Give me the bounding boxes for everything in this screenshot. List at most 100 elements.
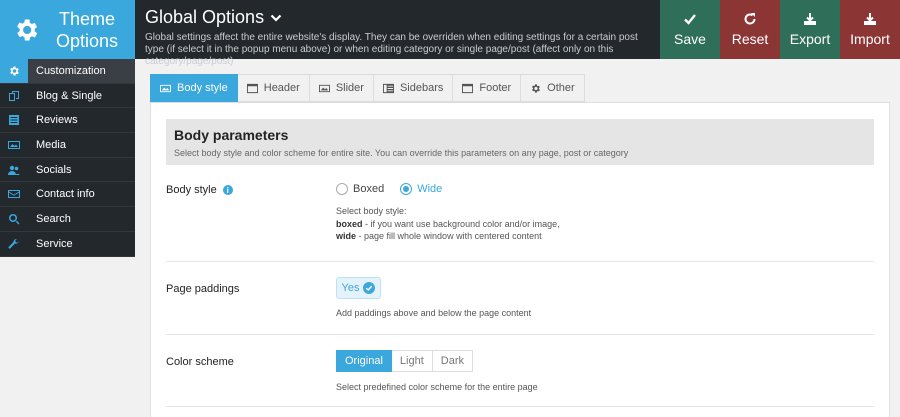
- chevron-down-icon: [270, 14, 282, 22]
- color-scheme-selector: Original Light Dark: [336, 350, 473, 372]
- export-button[interactable]: Export: [780, 0, 840, 59]
- search-icon: [0, 207, 28, 231]
- sidebar-item-socials[interactable]: Socials: [0, 158, 135, 183]
- download-icon: [864, 13, 876, 25]
- body-style-boxed-radio[interactable]: Boxed: [336, 183, 384, 195]
- download-icon: [804, 13, 816, 25]
- sidebar-item-label: Reviews: [36, 114, 78, 127]
- body-style-wide-radio[interactable]: Wide: [400, 183, 442, 195]
- sidebar-item-contact-info[interactable]: Contact info: [0, 182, 135, 208]
- columns-icon: [382, 83, 394, 93]
- tab-label: Body style: [177, 82, 228, 94]
- tab-slider[interactable]: Slider: [309, 74, 374, 102]
- color-scheme-light-button[interactable]: Light: [391, 350, 433, 372]
- options-panel: Body parameters Select body style and co…: [150, 102, 890, 417]
- sidebar-item-label: Search: [36, 212, 71, 225]
- theme-options-logo: Theme Options: [0, 0, 135, 59]
- tab-other[interactable]: Other: [521, 74, 585, 102]
- sidebar-item-label: Contact info: [36, 188, 95, 201]
- sidebar-item-label: Socials: [36, 163, 72, 176]
- sidebar-item-label: Customization: [36, 64, 106, 77]
- tab-sidebars[interactable]: Sidebars: [373, 74, 454, 102]
- help-intro: Select body style:: [336, 206, 407, 216]
- radio-circle: [400, 183, 413, 195]
- logo-line2: Options: [55, 30, 119, 51]
- toggle-label: Yes: [341, 282, 360, 294]
- reset-label: Reset: [731, 31, 769, 47]
- reset-button[interactable]: Reset: [720, 0, 780, 59]
- next-row-partial: [166, 407, 874, 417]
- body-style-label-group: Body style i: [166, 184, 233, 196]
- page-description: Global settings affect the entire websit…: [145, 32, 638, 67]
- sidebar-item-label: Blog & Single: [36, 89, 103, 102]
- help-wide-text: - page fill whole window with centered c…: [356, 231, 542, 241]
- top-bar: Theme Options Global Options Global sett…: [0, 0, 900, 67]
- section-header: Body parameters Select body style and co…: [166, 119, 874, 165]
- copy-icon: [0, 84, 28, 108]
- window-icon: [246, 83, 258, 93]
- gear-icon: [0, 59, 28, 83]
- tab-footer[interactable]: Footer: [453, 74, 522, 102]
- image-icon: [160, 84, 171, 92]
- sidebar-item-label: Media: [36, 138, 66, 151]
- list-icon: [0, 108, 28, 132]
- sidebar-item-blog-single[interactable]: Blog & Single: [0, 84, 135, 109]
- gear-icon: [17, 19, 38, 40]
- color-scheme-label: Color scheme: [166, 356, 234, 368]
- sidebar-item-customization[interactable]: Customization: [0, 59, 135, 84]
- sidebar-item-service[interactable]: Service: [0, 232, 135, 257]
- gear-icon: [532, 83, 541, 93]
- body-style-help: Select body style: boxed - if you want u…: [336, 205, 560, 243]
- radio-circle: [336, 183, 348, 195]
- window-icon: [462, 83, 474, 93]
- info-icon[interactable]: i: [222, 185, 233, 195]
- envelope-icon: [0, 182, 28, 206]
- page-heading: Global Options Global settings affect th…: [145, 7, 655, 68]
- help-wide: wide - page fill whole window with cente…: [336, 230, 560, 243]
- wrench-icon: [0, 232, 28, 256]
- sidebar-item-label: Service: [36, 237, 73, 250]
- help-boxed-key: boxed: [336, 218, 363, 229]
- sidebar-item-reviews[interactable]: Reviews: [0, 108, 135, 134]
- tab-label: Header: [263, 82, 300, 94]
- sidebar: Customization Blog & Single Reviews Medi…: [0, 59, 135, 257]
- logo-line1: Theme: [58, 8, 116, 29]
- body-style-label: Body style: [166, 184, 217, 196]
- color-scheme-original-button[interactable]: Original: [336, 350, 392, 372]
- action-buttons: Save Reset Export Import: [660, 0, 900, 59]
- image-icon: [0, 133, 28, 157]
- page-paddings-help: Add paddings above and below the page co…: [336, 308, 532, 318]
- help-wide-key: wide: [336, 231, 357, 241]
- tab-label: Other: [547, 82, 575, 94]
- export-label: Export: [789, 31, 831, 47]
- tab-body-style[interactable]: Body style: [150, 74, 238, 102]
- page-paddings-toggle[interactable]: Yes: [336, 277, 381, 299]
- section-description: Select body style and color scheme for e…: [174, 148, 629, 158]
- image-icon: [318, 84, 330, 92]
- check-icon: [363, 282, 376, 294]
- refresh-icon: [744, 13, 756, 25]
- help-boxed-text: - if you want use background color and/o…: [362, 218, 560, 229]
- tab-label: Sidebars: [399, 82, 444, 94]
- radio-label: Wide: [417, 183, 443, 195]
- color-scheme-dark-button[interactable]: Dark: [432, 350, 473, 372]
- help-boxed: boxed - if you want use background color…: [336, 218, 560, 231]
- color-scheme-row: Color scheme Original Light Dark Select …: [166, 335, 874, 407]
- import-button[interactable]: Import: [840, 0, 900, 59]
- tab-label: Slider: [335, 82, 364, 94]
- import-label: Import: [850, 31, 890, 47]
- sidebar-item-media[interactable]: Media: [0, 133, 135, 158]
- options-tabs: Body style Header Slider Sidebars Footer…: [150, 74, 890, 102]
- save-button[interactable]: Save: [660, 0, 720, 59]
- page-title: Global Options: [145, 7, 265, 27]
- tab-header[interactable]: Header: [237, 74, 310, 102]
- tab-label: Footer: [479, 82, 512, 94]
- check-icon: [684, 14, 696, 25]
- page-paddings-label: Page paddings: [166, 283, 240, 295]
- sidebar-item-search[interactable]: Search: [0, 207, 135, 232]
- post-type-dropdown[interactable]: Global Options: [145, 7, 655, 28]
- radio-label: Boxed: [353, 183, 385, 195]
- save-label: Save: [674, 31, 706, 47]
- main-content: Body style Header Slider Sidebars Footer…: [150, 74, 890, 417]
- body-style-radio-group: Boxed Wide: [336, 183, 442, 195]
